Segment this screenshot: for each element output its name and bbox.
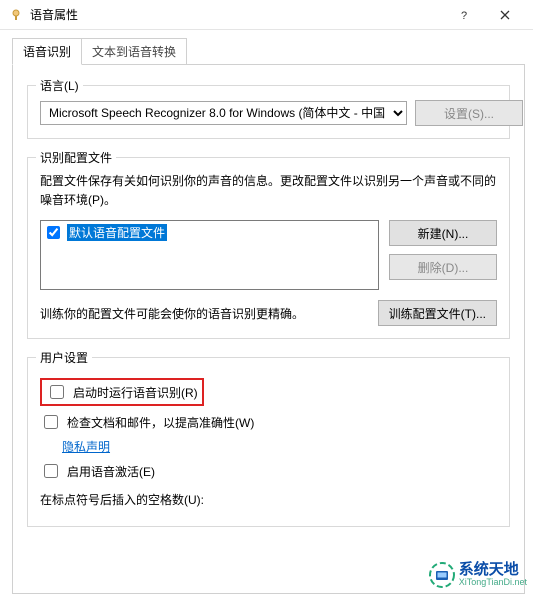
profile-listbox[interactable]: 默认语音配置文件	[40, 220, 379, 290]
train-profile-button[interactable]: 训练配置文件(T)...	[378, 300, 497, 326]
tab-text-to-speech[interactable]: 文本到语音转换	[81, 38, 187, 65]
user-settings-group: 用户设置 启动时运行语音识别(R) 检查文档和邮件，以提高准确性(W) 隐私声明…	[27, 357, 510, 527]
user-settings-legend: 用户设置	[36, 349, 92, 366]
language-legend: 语言(L)	[36, 77, 83, 94]
watermark-url: XiTongTianDi.net	[459, 578, 527, 588]
profile-item-default[interactable]: 默认语音配置文件	[43, 223, 376, 242]
voice-activation-label: 启用语音激活(E)	[67, 463, 155, 480]
delete-profile-button[interactable]: 删除(D)...	[389, 254, 497, 280]
watermark-brand: 系统天地	[459, 561, 519, 578]
review-docs-checkbox[interactable]	[44, 415, 58, 429]
speech-icon	[8, 7, 24, 23]
close-button[interactable]	[485, 1, 525, 29]
review-docs-label: 检查文档和邮件，以提高准确性(W)	[67, 414, 254, 431]
profile-legend: 识别配置文件	[36, 149, 116, 166]
train-description: 训练你的配置文件可能会使你的语音识别更精确。	[40, 305, 368, 322]
svg-text:?: ?	[461, 10, 467, 20]
language-group: 语言(L) Microsoft Speech Recognizer 8.0 fo…	[27, 85, 510, 139]
run-at-startup-highlight: 启动时运行语音识别(R)	[40, 378, 204, 406]
run-at-startup-checkbox[interactable]	[50, 385, 64, 399]
recognizer-settings-button[interactable]: 设置(S)...	[415, 100, 523, 126]
tab-speech-recognition[interactable]: 语音识别	[12, 38, 82, 65]
voice-activation-checkbox[interactable]	[44, 464, 58, 478]
watermark: 系统天地 XiTongTianDi.net	[429, 562, 527, 588]
profile-group: 识别配置文件 配置文件保存有关如何识别你的声音的信息。更改配置文件以识别另一个声…	[27, 157, 510, 339]
titlebar: 语音属性 ?	[0, 0, 533, 30]
profile-item-checkbox[interactable]	[47, 226, 60, 239]
profile-description: 配置文件保存有关如何识别你的声音的信息。更改配置文件以识别另一个声音或不同的噪音…	[40, 172, 497, 210]
watermark-icon	[429, 562, 455, 588]
tab-panel: 语言(L) Microsoft Speech Recognizer 8.0 fo…	[12, 64, 525, 594]
tab-strip: 语音识别 文本到语音转换	[12, 38, 533, 65]
recognizer-select[interactable]: Microsoft Speech Recognizer 8.0 for Wind…	[40, 101, 407, 125]
window-title: 语音属性	[30, 6, 445, 23]
new-profile-button[interactable]: 新建(N)...	[389, 220, 497, 246]
help-button[interactable]: ?	[445, 1, 485, 29]
privacy-link[interactable]: 隐私声明	[62, 438, 110, 455]
run-at-startup-label: 启动时运行语音识别(R)	[73, 384, 198, 401]
spaces-after-punct-label: 在标点符号后插入的空格数(U):	[40, 491, 204, 508]
profile-item-label: 默认语音配置文件	[67, 224, 167, 241]
